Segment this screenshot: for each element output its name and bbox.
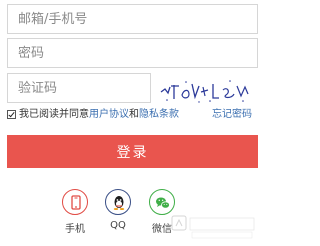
- login-button[interactable]: 登录: [7, 135, 258, 168]
- privacy-terms-link[interactable]: 隐私条款: [139, 109, 179, 120]
- qq-label: QQ: [110, 220, 126, 231]
- qq-login[interactable]: QQ: [98, 189, 138, 231]
- agreement-prefix: 我已阅读并同意: [19, 109, 89, 120]
- agreement-conjunction: 和: [129, 109, 139, 120]
- qq-icon[interactable]: [105, 189, 131, 215]
- captcha-image[interactable]: [155, 72, 253, 106]
- forgot-password-link[interactable]: 忘记密码: [212, 106, 252, 124]
- login-form: 我已阅读并同意用户协议和隐私条款 忘记密码 登录 手机 QQ: [0, 0, 265, 246]
- password-input[interactable]: [7, 38, 258, 68]
- account-input[interactable]: [7, 4, 258, 34]
- agree-checkbox[interactable]: [7, 110, 16, 119]
- phone-login[interactable]: 手机: [55, 189, 95, 235]
- watermark-icon: [171, 215, 255, 239]
- captcha-input[interactable]: [7, 73, 151, 103]
- user-agreement-link[interactable]: 用户协议: [89, 109, 129, 120]
- agreement-row: 我已阅读并同意用户协议和隐私条款 忘记密码: [7, 106, 258, 124]
- agreement-text: 我已阅读并同意用户协议和隐私条款: [19, 106, 179, 124]
- phone-label: 手机: [65, 224, 85, 235]
- wechat-label: 微信: [152, 224, 172, 235]
- phone-icon[interactable]: [62, 189, 88, 215]
